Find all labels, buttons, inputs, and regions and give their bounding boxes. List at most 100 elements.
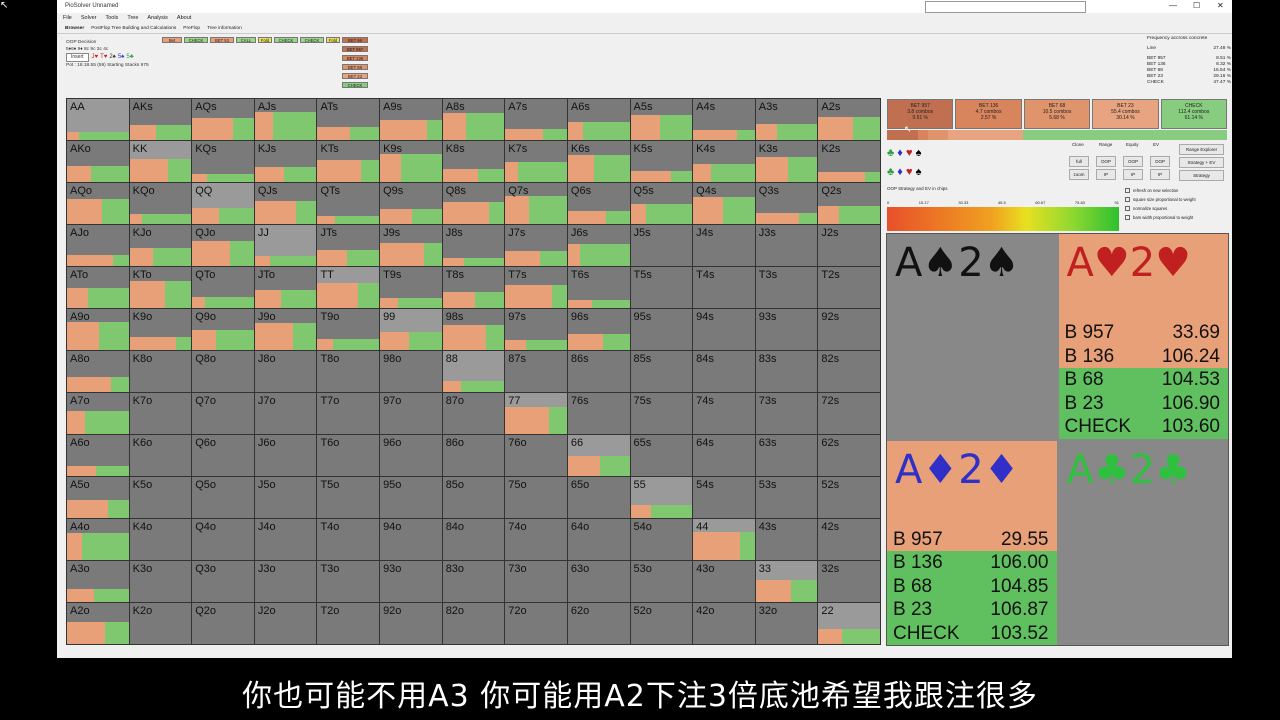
hand-cell-AQo[interactable]: AQo [67,183,129,224]
hand-cell-KTo[interactable]: KTo [129,267,192,308]
hand-cell-QJo[interactable]: QJo [192,225,254,266]
hand-cell-76s[interactable]: 76s [567,393,630,434]
hand-cell-KJo[interactable]: KJo [129,225,192,266]
menu-analysis[interactable]: Analysis [147,15,167,23]
hand-cell-ATo[interactable]: ATo [67,267,129,308]
hand-cell-76o[interactable]: 76o [505,435,567,476]
range-ip-button[interactable]: IP [1096,169,1116,180]
zoom-button[interactable]: zoom [1069,169,1089,180]
hand-cell-72o[interactable]: 72o [505,603,567,644]
hand-cell-A4o[interactable]: A4o [67,519,129,560]
tree-node[interactable]: CHECK [274,37,298,43]
hand-cell-53s[interactable]: 53s [755,477,818,518]
card-5s[interactable]: 5♠ [118,54,125,60]
hand-cell-88[interactable]: 88 [442,351,505,392]
hand-cell-A2s[interactable]: A2s [818,99,880,140]
hand-cell-Q5o[interactable]: Q5o [192,477,254,518]
hand-cell-Q5s[interactable]: Q5s [630,183,693,224]
hand-cell-Q8s[interactable]: Q8s [442,183,505,224]
action-bet136[interactable]: BET 136 4.7 combos 2.57 % [955,99,1022,129]
hand-cell-Q4o[interactable]: Q4o [192,519,254,560]
hand-cell-72s[interactable]: 72s [818,393,880,434]
action-bet957[interactable]: BET 957 3.8 combos 9.51 % [887,99,954,129]
hand-cell-93o[interactable]: 93o [380,561,442,602]
hand-cell-J5o[interactable]: J5o [254,477,317,518]
hand-cell-JJ[interactable]: JJ [254,225,317,266]
action-bet68[interactable]: BET 68 10.5 combos 5.68 % [1023,99,1091,129]
hand-cell-J4s[interactable]: J4s [693,225,755,266]
hand-cell-64s[interactable]: 64s [693,435,755,476]
hand-cell-T8s[interactable]: T8s [442,267,505,308]
hand-cell-82s[interactable]: 82s [818,351,880,392]
hand-cell-83o[interactable]: 83o [442,561,505,602]
combo-cell[interactable]: A♠2♠ [887,234,1057,439]
hand-cell-AQs[interactable]: AQs [192,99,254,140]
tree-node-bet136[interactable]: BET 136 [342,55,368,61]
menu-tools[interactable]: Tools [105,15,118,23]
hand-cell-J8s[interactable]: J8s [442,225,505,266]
hand-cell-KK[interactable]: KK [129,141,192,182]
hand-cell-T2s[interactable]: T2s [818,267,880,308]
card-th[interactable]: T♥ [100,54,107,60]
hand-cell-75s[interactable]: 75s [630,393,693,434]
hand-cell-TT[interactable]: TT [317,267,380,308]
hand-cell-32s[interactable]: 32s [818,561,880,602]
hand-cell-AA[interactable]: AA [67,99,129,140]
full-button[interactable]: full [1069,156,1089,167]
hand-cell-93s[interactable]: 93s [755,309,818,350]
combo-cell[interactable]: A♣2♣ [1058,440,1228,645]
menu-solver[interactable]: Solver [81,15,97,23]
hand-cell-Q9s[interactable]: Q9s [380,183,442,224]
hand-cell-33[interactable]: 33 [755,561,818,602]
hand-cell-65s[interactable]: 65s [630,435,693,476]
combo-cell[interactable]: A♥2♥ B 957 33.69 B 136 106.24 B 68 104.53 B 23 1… [1058,234,1228,439]
hand-cell-K4s[interactable]: K4s [693,141,755,182]
hand-cell-73o[interactable]: 73o [505,561,567,602]
tree-node-check[interactable]: CHECK [342,82,368,88]
hand-cell-T9o[interactable]: T9o [317,309,380,350]
hand-cell-AJo[interactable]: AJo [67,225,129,266]
tab-postflop[interactable]: PostFlop Tree Building and Calculations [91,26,176,33]
close-button[interactable]: ✕ [1217,1,1224,10]
hand-cell-87o[interactable]: 87o [442,393,505,434]
hand-cell-86o[interactable]: 86o [442,435,505,476]
range-explorer-button[interactable]: Range Explorer [1179,144,1224,155]
hand-cell-Q3o[interactable]: Q3o [192,561,254,602]
tree-node[interactable]: CHECK [300,37,324,43]
tree-node[interactable]: BET 53 [210,37,234,43]
hand-cell-QTs[interactable]: QTs [317,183,380,224]
hand-cell-T7s[interactable]: T7s [505,267,567,308]
hand-cell-66[interactable]: 66 [567,435,630,476]
hand-cell-T7o[interactable]: T7o [317,393,380,434]
hand-cell-98s[interactable]: 98s [442,309,505,350]
hand-cell-44[interactable]: 44 [693,519,755,560]
hand-cell-86s[interactable]: 86s [567,351,630,392]
equity-ip-button[interactable]: IP [1123,169,1143,180]
tree-node-bet68[interactable]: BET 68 [342,64,368,70]
hand-cell-J6s[interactable]: J6s [567,225,630,266]
menu-tree[interactable]: Tree [127,15,138,23]
hand-cell-K3s[interactable]: K3s [755,141,818,182]
hand-cell-J3o[interactable]: J3o [254,561,317,602]
hand-cell-A9s[interactable]: A9s [380,99,442,140]
hand-cell-KQo[interactable]: KQo [129,183,192,224]
hand-cell-Q8o[interactable]: Q8o [192,351,254,392]
hand-cell-QJs[interactable]: QJs [254,183,317,224]
hand-cell-KQs[interactable]: KQs [192,141,254,182]
hand-cell-65o[interactable]: 65o [567,477,630,518]
hand-cell-92s[interactable]: 92s [818,309,880,350]
hand-cell-A2o[interactable]: A2o [67,603,129,644]
hand-cell-J7s[interactable]: J7s [505,225,567,266]
hand-cell-Q3s[interactable]: Q3s [755,183,818,224]
hand-cell-42s[interactable]: 42s [818,519,880,560]
card-jh[interactable]: J♥ [92,54,99,60]
hand-cell-A5s[interactable]: A5s [630,99,693,140]
hand-cell-K8s[interactable]: K8s [442,141,505,182]
hand-cell-T5o[interactable]: T5o [317,477,380,518]
hand-cell-85s[interactable]: 85s [630,351,693,392]
tab-browser[interactable]: Browser [65,26,84,33]
card-5c[interactable]: 5♣ [126,54,133,60]
hand-cell-63s[interactable]: 63s [755,435,818,476]
strategy-select[interactable]: Strategy [1179,170,1224,181]
hand-cell-J7o[interactable]: J7o [254,393,317,434]
